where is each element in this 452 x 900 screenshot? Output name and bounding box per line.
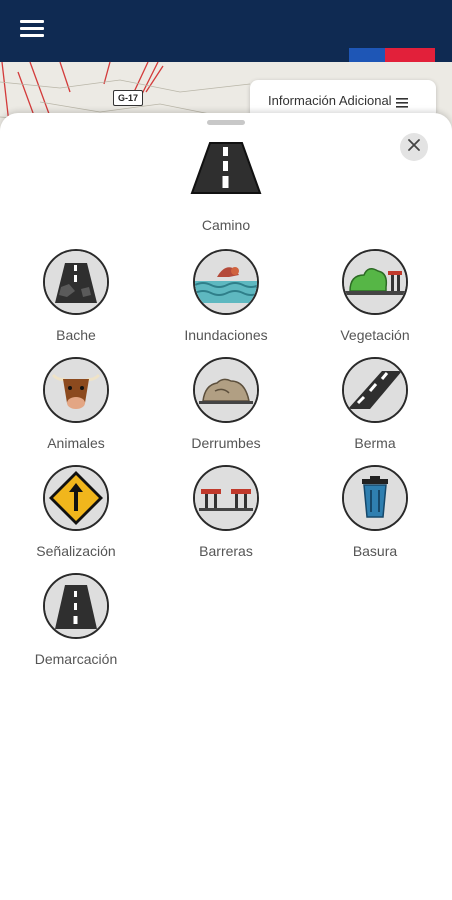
flag-blue-segment (349, 48, 385, 62)
close-button[interactable] (400, 133, 428, 161)
flag-stripe (349, 48, 435, 62)
road-number-badge: G-17 (113, 90, 144, 106)
category-barreras[interactable]: Barreras (161, 465, 291, 559)
road-icon (188, 139, 264, 197)
category-label: Berma (354, 435, 396, 451)
category-animales[interactable]: Animales (11, 357, 141, 451)
trash-icon (342, 465, 408, 531)
road-sign-icon (43, 465, 109, 531)
category-label: Bache (56, 327, 96, 343)
list-icon (395, 95, 408, 108)
category-demarcacion[interactable]: Demarcación (11, 573, 141, 667)
additional-info-label: Información Adicional (268, 92, 392, 108)
featured-category-camino[interactable]: Camino (176, 139, 276, 233)
close-icon (408, 138, 420, 156)
pothole-icon (43, 249, 109, 315)
landslide-icon (193, 357, 259, 423)
shoulder-road-icon (342, 357, 408, 423)
flag-red-segment (385, 48, 435, 62)
category-berma[interactable]: Berma (310, 357, 440, 451)
category-bache[interactable]: Bache (11, 249, 141, 343)
category-senalizacion[interactable]: Señalización (11, 465, 141, 559)
category-bottom-sheet: Camino Bache Inundaciones Vegetación Ani… (0, 113, 452, 900)
category-basura[interactable]: Basura (310, 465, 440, 559)
category-label: Inundaciones (184, 327, 268, 343)
category-label: Vegetación (340, 327, 410, 343)
category-label: Señalización (36, 543, 116, 559)
category-vegetacion[interactable]: Vegetación (310, 249, 440, 343)
barrier-icon (193, 465, 259, 531)
vegetation-icon (342, 249, 408, 315)
category-label: Derrumbes (191, 435, 261, 451)
category-label: Barreras (199, 543, 253, 559)
featured-category-label: Camino (201, 217, 251, 233)
category-derrumbes[interactable]: Derrumbes (161, 357, 291, 451)
flood-icon (193, 249, 259, 315)
category-label: Animales (47, 435, 105, 451)
hamburger-menu-icon[interactable] (20, 20, 44, 42)
road-marking-icon (43, 573, 109, 639)
drag-handle[interactable] (207, 120, 245, 125)
category-label: Demarcación (34, 651, 118, 667)
category-label: Basura (352, 543, 398, 559)
cow-icon (43, 357, 109, 423)
app-bar (0, 0, 452, 62)
category-inundaciones[interactable]: Inundaciones (161, 249, 291, 343)
